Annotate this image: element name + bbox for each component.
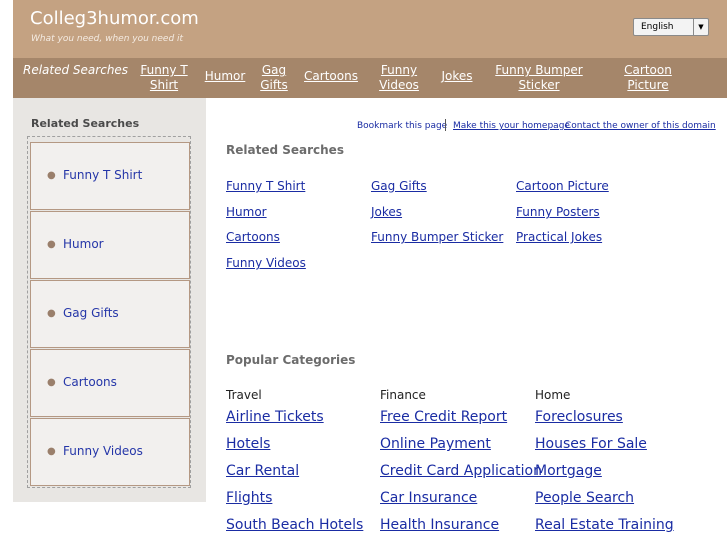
popular-link[interactable]: Real Estate Training	[535, 517, 674, 533]
nav-item-funny-t-shirt[interactable]: Funny T Shirt	[134, 63, 194, 93]
bullet-icon: ●	[47, 170, 56, 181]
bullet-icon: ●	[47, 377, 56, 388]
popular-link[interactable]: Mortgage	[535, 463, 602, 479]
site-tagline: What you need, when you need it	[31, 34, 184, 44]
sidebar-item-label[interactable]: Gag Gifts	[63, 306, 119, 320]
sidebar-item-label[interactable]: Funny T Shirt	[63, 168, 142, 182]
contact-owner-link[interactable]: Contact the owner of this domain	[565, 121, 716, 131]
popular-link[interactable]: Hotels	[226, 436, 270, 452]
popular-link[interactable]: Free Credit Report	[380, 409, 507, 425]
related-link[interactable]: Funny Posters	[516, 205, 600, 219]
category-title-finance: Finance	[380, 388, 426, 402]
language-value: English	[641, 22, 674, 32]
popular-link[interactable]: Flights	[226, 490, 272, 506]
nav-label: Related Searches	[23, 63, 129, 77]
category-title-home: Home	[535, 388, 571, 402]
site-title[interactable]: Colleg3humor.com	[30, 8, 199, 29]
nav-bar: Related Searches Funny T Shirt Humor Gag…	[13, 58, 727, 98]
related-link[interactable]: Humor	[226, 205, 267, 219]
popular-link[interactable]: Foreclosures	[535, 409, 623, 425]
bullet-icon: ●	[47, 239, 56, 250]
related-link[interactable]: Jokes	[371, 205, 402, 219]
sidebar-item[interactable]: ● Humor	[30, 211, 190, 279]
related-link[interactable]: Practical Jokes	[516, 230, 602, 244]
homepage-link[interactable]: Make this your homepage	[453, 121, 570, 131]
chevron-down-icon[interactable]: ▼	[693, 19, 708, 35]
bookmark-link[interactable]: Bookmark this page	[357, 121, 447, 131]
related-link[interactable]: Cartoons	[226, 230, 280, 244]
nav-item-funny-videos[interactable]: Funny Videos	[375, 63, 423, 93]
category-title-travel: Travel	[226, 388, 262, 402]
sidebar-item[interactable]: ● Gag Gifts	[30, 280, 190, 348]
popular-link[interactable]: Car Insurance	[380, 490, 477, 506]
related-searches-heading: Related Searches	[226, 143, 344, 157]
popular-link[interactable]: Car Rental	[226, 463, 299, 479]
language-select[interactable]: English ▼	[633, 18, 709, 36]
nav-item-gag-gifts[interactable]: Gag Gifts	[256, 63, 292, 93]
popular-categories-heading: Popular Categories	[226, 353, 356, 367]
sidebar: Related Searches ● Funny T Shirt ● Humor…	[13, 98, 206, 502]
sidebar-item-label[interactable]: Humor	[63, 237, 104, 251]
popular-link[interactable]: People Search	[535, 490, 634, 506]
popular-link[interactable]: Credit Card Application	[380, 463, 542, 479]
nav-item-jokes[interactable]: Jokes	[437, 69, 477, 84]
sidebar-item[interactable]: ● Cartoons	[30, 349, 190, 417]
popular-link[interactable]: Health Insurance	[380, 517, 499, 533]
related-link[interactable]: Gag Gifts	[371, 179, 427, 193]
sidebar-item[interactable]: ● Funny Videos	[30, 418, 190, 486]
page: Colleg3humor.com What you need, when you…	[13, 0, 727, 545]
nav-item-cartoons[interactable]: Cartoons	[301, 69, 361, 84]
bullet-icon: ●	[47, 446, 56, 457]
bullet-icon: ●	[47, 308, 56, 319]
related-link[interactable]: Funny Videos	[226, 256, 306, 270]
popular-link[interactable]: South Beach Hotels	[226, 517, 363, 533]
popular-link[interactable]: Online Payment	[380, 436, 491, 452]
sidebar-item-label[interactable]: Cartoons	[63, 375, 117, 389]
divider	[445, 119, 446, 131]
related-link[interactable]: Funny Bumper Sticker	[371, 230, 503, 244]
popular-link[interactable]: Airline Tickets	[226, 409, 324, 425]
popular-link[interactable]: Houses For Sale	[535, 436, 647, 452]
sidebar-item-label[interactable]: Funny Videos	[63, 444, 143, 458]
sidebar-title: Related Searches	[31, 117, 140, 130]
related-link[interactable]: Cartoon Picture	[516, 179, 609, 193]
nav-item-funny-bumper-sticker[interactable]: Funny Bumper Sticker	[491, 63, 587, 93]
nav-item-cartoon-picture[interactable]: Cartoon Picture	[611, 63, 685, 93]
sidebar-item[interactable]: ● Funny T Shirt	[30, 142, 190, 210]
related-link[interactable]: Funny T Shirt	[226, 179, 305, 193]
nav-item-humor[interactable]: Humor	[203, 69, 247, 84]
header: Colleg3humor.com What you need, when you…	[13, 0, 727, 58]
